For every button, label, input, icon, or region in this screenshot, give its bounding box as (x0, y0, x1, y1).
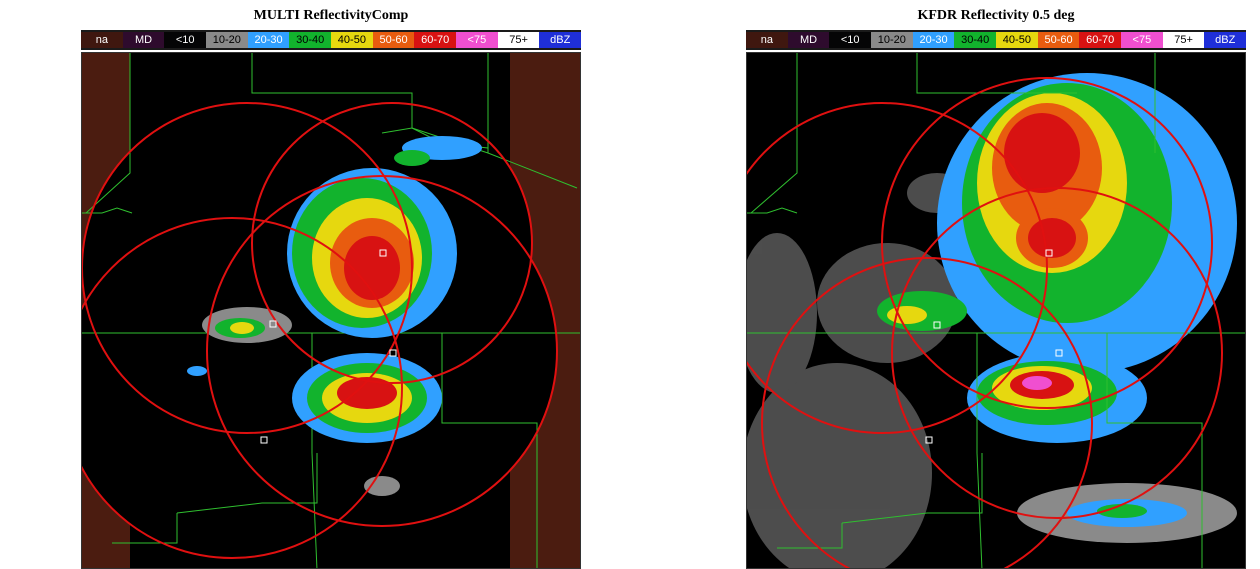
legend-item: 30-40 (289, 32, 332, 48)
legend-item: na (746, 32, 788, 48)
legend-item: MD (787, 32, 830, 48)
legend-item: 60-70 (1079, 32, 1122, 48)
legend-item: 60-70 (414, 32, 457, 48)
legend-item: <75 (456, 32, 498, 48)
legend-item: 10-20 (871, 32, 913, 48)
legend-item: <10 (164, 32, 207, 48)
legend-item: dBZ (1204, 32, 1247, 48)
legend-item: dBZ (539, 32, 582, 48)
legend-item: 40-50 (996, 32, 1038, 48)
multi-reflectivity-panel: MULTI ReflectivityComp na MD <10 10-20 20-30… (81, 0, 582, 569)
legend-item: 75+ (497, 32, 540, 48)
legend-item: na (81, 32, 123, 48)
legend-item: 10-20 (206, 32, 248, 48)
legend-item: 40-50 (331, 32, 373, 48)
legend-item: <75 (1121, 32, 1163, 48)
panel-title: KFDR Reflectivity 0.5 deg (917, 8, 1075, 23)
legend-item: MD (122, 32, 165, 48)
radar-map (746, 52, 1246, 569)
radar-map (81, 52, 581, 569)
legend-item: 50-60 (372, 32, 415, 48)
legend-item: 50-60 (1037, 32, 1080, 48)
legend-item: <10 (829, 32, 872, 48)
legend-item: 20-30 (247, 32, 290, 48)
panel-title: MULTI ReflectivityComp (253, 8, 409, 23)
color-legend: na MD <10 10-20 20-30 30-40 40-50 50-60 60-70 <75… (81, 30, 582, 50)
legend-item: 20-30 (912, 32, 955, 48)
kfdr-reflectivity-panel: KFDR Reflectivity 0.5 deg na MD <10 10-20 20… (746, 0, 1247, 569)
legend-item: 30-40 (954, 32, 997, 48)
color-legend: na MD <10 10-20 20-30 30-40 40-50 50-60 60-70 <75… (746, 30, 1247, 50)
legend-item: 75+ (1162, 32, 1205, 48)
